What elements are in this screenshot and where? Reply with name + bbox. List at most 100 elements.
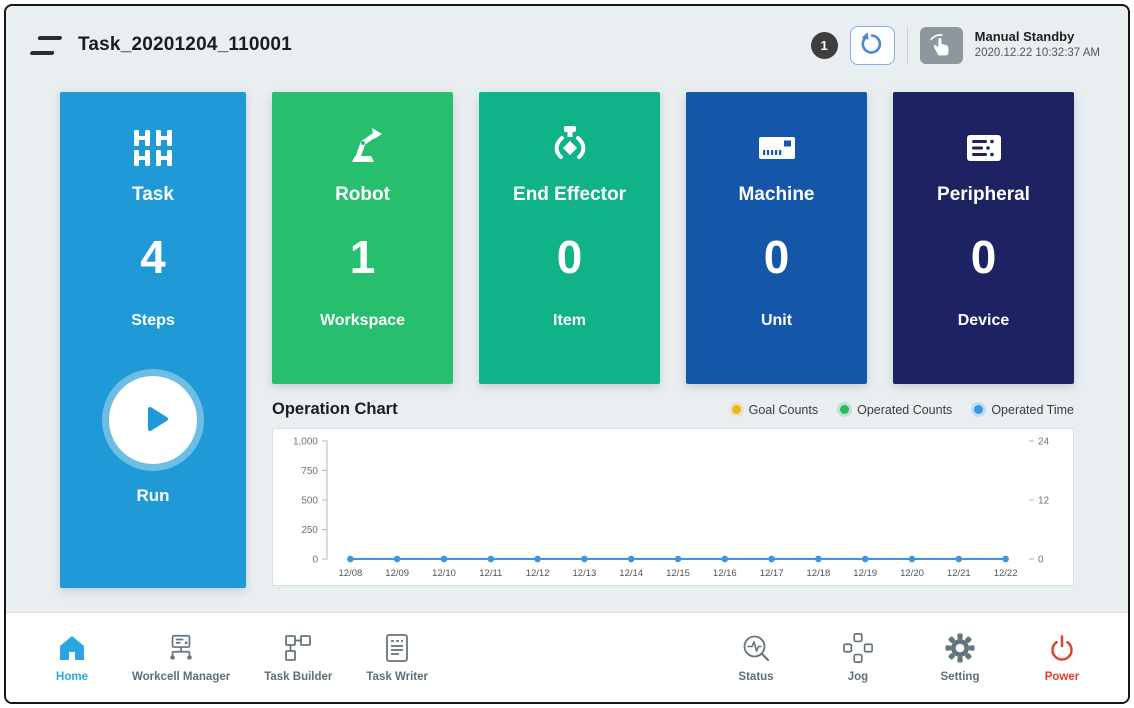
header-divider xyxy=(907,27,908,63)
operation-chart: 1,000 750 500 250 0 24 12 0 12/08 12/09 12/10 12/11… xyxy=(272,428,1074,586)
svg-text:12/19: 12/19 xyxy=(853,568,877,579)
mode-timestamp: 2020.12.22 10:32:37 AM xyxy=(975,46,1100,61)
operation-chart-svg: 1,000 750 500 250 0 24 12 0 12/08 12/09 12/10 12/11… xyxy=(273,429,1073,585)
nav-item-setting[interactable]: Setting xyxy=(934,633,986,683)
nav-label: Power xyxy=(1045,671,1080,683)
status-icon xyxy=(741,633,771,663)
machine-card-title: Machine xyxy=(738,184,814,206)
reset-button[interactable] xyxy=(850,26,895,65)
nav-item-jog[interactable]: Jog xyxy=(832,633,884,683)
nav-item-task-writer[interactable]: Task Writer xyxy=(366,633,428,683)
nav-label: Jog xyxy=(848,671,868,683)
dashboard: Task 4 Steps Run xyxy=(6,76,1128,610)
svg-text:12/08: 12/08 xyxy=(339,568,363,579)
peripheral-card-title: Peripheral xyxy=(937,184,1030,206)
machine-card-value: 0 xyxy=(764,230,790,284)
machine-card[interactable]: Machine 0 Unit xyxy=(686,92,867,384)
legend-operated-time: Operated Time xyxy=(974,403,1074,417)
svg-text:750: 750 xyxy=(301,466,318,477)
nav-label: Task Writer xyxy=(366,671,428,683)
task-card-value: 4 xyxy=(140,230,166,284)
play-icon xyxy=(133,402,173,439)
end-effector-card-title: End Effector xyxy=(513,184,626,206)
svg-text:12/20: 12/20 xyxy=(900,568,924,579)
mode-label: Manual Standby xyxy=(975,29,1100,46)
svg-text:500: 500 xyxy=(301,496,318,507)
run-button[interactable] xyxy=(109,376,197,464)
svg-text:12/22: 12/22 xyxy=(994,568,1018,579)
notification-badge: 1 xyxy=(811,32,838,59)
robot-icon xyxy=(340,118,386,168)
task-card-unit: Steps xyxy=(131,312,175,330)
svg-text:12/21: 12/21 xyxy=(947,568,971,579)
svg-text:12/16: 12/16 xyxy=(713,568,737,579)
svg-text:12/10: 12/10 xyxy=(432,568,456,579)
power-icon xyxy=(1047,633,1077,663)
peripheral-card-unit: Device xyxy=(958,312,1010,330)
task-builder-icon xyxy=(283,633,313,663)
robot-card-value: 1 xyxy=(350,230,376,284)
setting-icon xyxy=(945,633,975,663)
end-effector-card-value: 0 xyxy=(557,230,583,284)
svg-text:24: 24 xyxy=(1038,437,1050,448)
nav-item-home[interactable]: Home xyxy=(46,633,98,683)
nav-item-workcell-manager[interactable]: Workcell Manager xyxy=(132,633,230,683)
chart-title: Operation Chart xyxy=(272,400,398,419)
svg-text:12/17: 12/17 xyxy=(760,568,784,579)
svg-text:0: 0 xyxy=(1038,555,1044,566)
task-icon xyxy=(130,118,176,168)
task-card[interactable]: Task 4 Steps Run xyxy=(60,92,246,588)
end-effector-icon xyxy=(549,118,591,168)
svg-text:12/09: 12/09 xyxy=(385,568,409,579)
goal-counts-dot-icon xyxy=(732,405,741,414)
nav-item-power[interactable]: Power xyxy=(1036,633,1088,683)
page-title: Task_20201204_110001 xyxy=(78,34,292,56)
svg-text:12/12: 12/12 xyxy=(526,568,550,579)
nav-label: Home xyxy=(56,671,88,683)
svg-text:0: 0 xyxy=(312,555,318,566)
reset-icon xyxy=(859,31,885,60)
legend-label: Goal Counts xyxy=(749,403,818,417)
task-card-title: Task xyxy=(132,184,174,206)
legend-operated-counts: Operated Counts xyxy=(840,403,952,417)
legend-label: Operated Time xyxy=(991,403,1074,417)
machine-card-unit: Unit xyxy=(761,312,792,330)
svg-text:12/11: 12/11 xyxy=(479,568,502,579)
legend-label: Operated Counts xyxy=(857,403,952,417)
nav-label: Workcell Manager xyxy=(132,671,230,683)
home-icon xyxy=(58,633,86,663)
svg-text:12/18: 12/18 xyxy=(807,568,831,579)
peripheral-card-value: 0 xyxy=(971,230,997,284)
run-label: Run xyxy=(136,486,169,506)
svg-text:12/14: 12/14 xyxy=(619,568,643,579)
operated-time-dot-icon xyxy=(974,405,983,414)
operated-counts-dot-icon xyxy=(840,405,849,414)
robot-card-unit: Workspace xyxy=(320,312,405,330)
end-effector-card[interactable]: End Effector 0 Item xyxy=(479,92,660,384)
svg-text:12/15: 12/15 xyxy=(666,568,690,579)
workcell-manager-icon xyxy=(165,633,197,663)
svg-text:250: 250 xyxy=(301,525,318,536)
bottom-nav: Home Workcell Manager xyxy=(6,612,1128,702)
svg-text:12: 12 xyxy=(1038,496,1050,507)
robot-card-title: Robot xyxy=(335,184,390,206)
peripheral-card[interactable]: Peripheral 0 Device xyxy=(893,92,1074,384)
workcell-cards: Robot 1 Workspace xyxy=(272,92,1074,384)
svg-text:1,000: 1,000 xyxy=(293,437,318,448)
header: Task_20201204_110001 1 Manua xyxy=(6,6,1128,72)
chart-legend: Goal Counts Operated Counts Operated Tim… xyxy=(732,403,1074,417)
jog-icon xyxy=(842,633,874,663)
nav-item-status[interactable]: Status xyxy=(730,633,782,683)
peripheral-icon xyxy=(961,118,1007,168)
svg-text:12/13: 12/13 xyxy=(573,568,597,579)
manual-mode-icon[interactable] xyxy=(920,27,963,64)
app-frame: Task_20201204_110001 1 Manua xyxy=(4,4,1130,704)
nav-label: Status xyxy=(738,671,773,683)
operation-chart-section: Operation Chart Goal Counts Operated Cou… xyxy=(272,400,1074,586)
robot-card[interactable]: Robot 1 Workspace xyxy=(272,92,453,384)
menu-icon[interactable] xyxy=(30,36,63,55)
legend-goal-counts: Goal Counts xyxy=(732,403,818,417)
nav-label: Task Builder xyxy=(264,671,332,683)
nav-item-task-builder[interactable]: Task Builder xyxy=(264,633,332,683)
nav-label: Setting xyxy=(941,671,980,683)
